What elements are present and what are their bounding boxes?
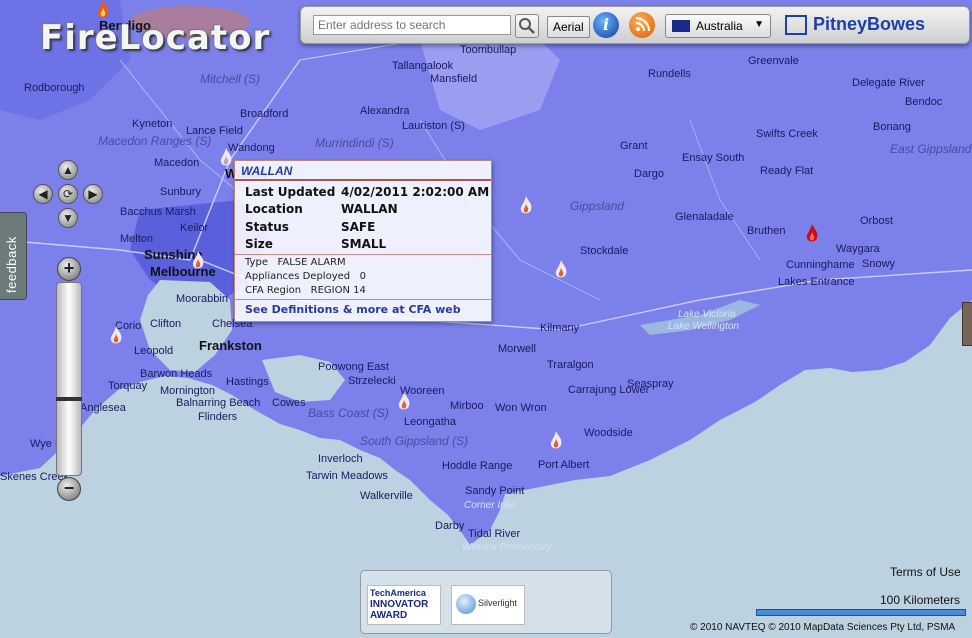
zoom-slider-thumb[interactable]	[56, 397, 82, 401]
popup-field-label: Status	[245, 220, 289, 234]
popup-field-value: WALLAN	[341, 202, 398, 216]
pan-left-icon[interactable]: ◀	[33, 184, 53, 204]
pan-right-icon[interactable]: ▶	[83, 184, 103, 204]
search-icon	[519, 18, 535, 34]
popup-field-label: Last Updated	[245, 185, 336, 199]
incident-popup: WALLAN Last Updated 4/02/2011 2:02:00 AM…	[234, 160, 492, 322]
popup-field-label: Location	[245, 202, 303, 216]
chevron-down-icon: ▼	[754, 19, 764, 30]
popup-field-value: SMALL	[341, 237, 387, 251]
popup-divider	[235, 299, 491, 300]
silverlight-badge[interactable]: Silverlight	[451, 585, 525, 625]
feedback-label: feedback	[4, 236, 19, 293]
popup-detail-row: Type FALSE ALARM	[245, 257, 346, 268]
scale-bar	[756, 609, 966, 616]
pan-up-icon[interactable]: ▲	[58, 160, 78, 180]
zoom-slider[interactable]	[56, 282, 82, 476]
fire-icon[interactable]	[804, 224, 820, 244]
popup-field-value: 4/02/2011 2:02:00 AM	[341, 185, 490, 199]
popup-detail-row: CFA Region REGION 14	[245, 285, 366, 296]
brand-label: PitneyBowes	[813, 14, 926, 34]
fire-icon[interactable]	[553, 260, 569, 280]
feedback-tab[interactable]: feedback	[0, 212, 27, 300]
popup-detail-label: Appliances Deployed	[245, 271, 351, 282]
fire-icon[interactable]	[190, 251, 206, 271]
popup-detail-label: Type	[245, 257, 268, 268]
fire-icon[interactable]	[396, 392, 412, 412]
zoom-in-icon[interactable]: +	[57, 257, 81, 281]
info-icon[interactable]: i	[593, 12, 619, 38]
popup-field-label: Size	[245, 237, 273, 251]
terms-of-use-link[interactable]: Terms of Use	[890, 565, 961, 579]
zoom-out-icon[interactable]: −	[57, 477, 81, 501]
search-button[interactable]	[515, 14, 539, 38]
scale-label: 100 Kilometers	[880, 593, 961, 607]
popup-title: WALLAN	[241, 164, 293, 178]
flag-icon	[672, 20, 690, 32]
popup-detail-row: Appliances Deployed 0	[245, 271, 366, 282]
address-search-input[interactable]	[313, 15, 511, 35]
top-toolbar: Aerial i Australia ▼ PitneyBowes	[300, 6, 970, 44]
popup-detail-value: REGION 14	[310, 285, 366, 296]
country-label: Australia	[696, 19, 743, 33]
techamerica-award-badge[interactable]: TechAmerica INNOVATOR AWARD	[367, 585, 441, 625]
popup-detail-label: CFA Region	[245, 285, 302, 296]
fire-icon[interactable]	[518, 196, 534, 216]
popup-divider	[235, 254, 491, 255]
cfa-definitions-link[interactable]: See Definitions & more at CFA web	[245, 303, 461, 316]
app-logo: FireLocator	[40, 18, 271, 58]
silverlight-label: Silverlight	[478, 598, 518, 608]
award-line: INNOVATOR	[370, 599, 429, 610]
pitney-bowes-logo[interactable]: PitneyBowes	[785, 13, 933, 37]
popup-detail-value: 0	[359, 271, 367, 282]
fire-icon[interactable]	[548, 431, 564, 451]
fire-icon[interactable]	[108, 326, 124, 346]
popup-header-divider	[235, 179, 491, 181]
silverlight-logo-icon	[456, 594, 476, 614]
award-line: AWARD	[370, 610, 408, 621]
fire-icon[interactable]	[95, 0, 111, 20]
awards-panel: TechAmerica INNOVATOR AWARD Silverlight	[360, 570, 612, 634]
award-line: TechAmerica	[370, 588, 426, 598]
aerial-view-button[interactable]: Aerial	[547, 16, 590, 38]
country-select[interactable]: Australia ▼	[665, 14, 771, 38]
pan-down-icon[interactable]: ▼	[58, 208, 78, 228]
rss-icon[interactable]	[629, 12, 655, 38]
pitney-bowes-mark-icon	[785, 15, 807, 35]
copyright-text: © 2010 NAVTEQ © 2010 MapData Sciences Pt…	[690, 622, 956, 633]
reset-icon[interactable]: ⟳	[58, 184, 78, 204]
popup-detail-value: FALSE ALARM	[277, 257, 346, 268]
popup-field-value: SAFE	[341, 220, 376, 234]
fire-icon[interactable]	[218, 148, 234, 168]
side-panel-handle[interactable]	[962, 302, 972, 346]
